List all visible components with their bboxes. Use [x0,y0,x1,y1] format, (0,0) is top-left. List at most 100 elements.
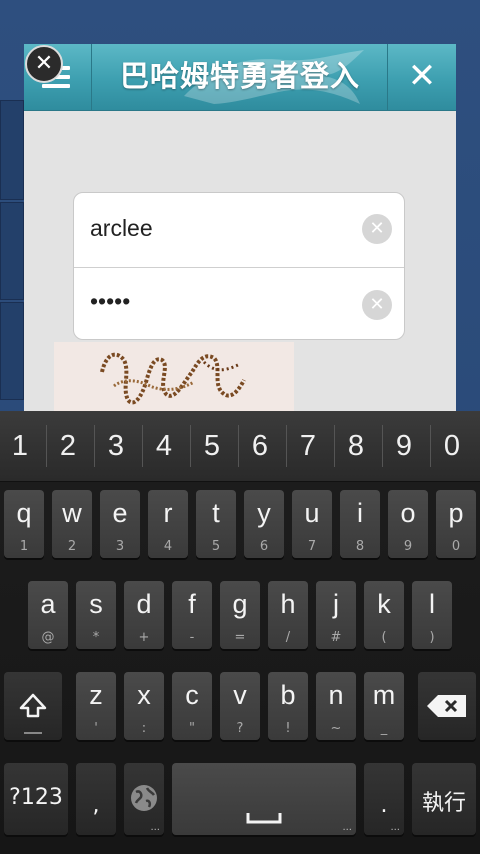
globe-key[interactable]: ... [124,763,164,835]
key-sublabel: * [92,630,100,645]
key-7[interactable]: 7 [284,411,332,481]
key-sublabel: ) [429,630,435,645]
enter-key[interactable]: 執行 [412,763,476,835]
key-p[interactable]: p0 [436,490,476,558]
key-sublabel: 0 [451,539,461,554]
key-t[interactable]: t5 [196,490,236,558]
key-f[interactable]: f- [172,581,212,649]
key-sublabel: 6 [259,539,269,554]
key-label: v [233,680,247,710]
key-label: p [448,498,464,528]
key-k[interactable]: k( [364,581,404,649]
period-key[interactable]: . ... [364,763,404,835]
more-indicator: ... [390,822,400,833]
key-0[interactable]: 0 [428,411,476,481]
number-row: 1 2 3 4 5 6 7 8 9 0 [0,411,480,482]
key-d[interactable]: d + [124,581,164,649]
key-sublabel: = [234,630,246,645]
key-sublabel: 2 [67,539,77,554]
key-label: j [333,589,339,619]
key-m[interactable]: m _ [364,672,404,740]
soft-keyboard: 1 2 3 4 5 6 7 8 9 0 q1 w2 e3 r4 t5 y6 u7… [0,411,480,854]
key-label: y [257,498,271,528]
key-b[interactable]: b! [268,672,308,740]
shift-icon [19,693,47,718]
username-input[interactable]: arclee [90,215,153,242]
key-y[interactable]: y6 [244,490,284,558]
globe-icon [131,785,157,811]
username-field[interactable]: arclee ✕ [74,193,404,266]
key-9[interactable]: 9 [380,411,428,481]
background-tile [0,100,24,200]
key-c[interactable]: c " [172,672,212,740]
symbols-label: ?123 [9,785,63,810]
shift-underline [24,732,42,734]
space-key[interactable]: ... [172,763,356,835]
menu-icon [42,84,70,88]
key-a[interactable]: a @ [28,581,68,649]
key-u[interactable]: u7 [292,490,332,558]
symbols-key[interactable]: ?123 [4,763,68,835]
key-i[interactable]: i8 [340,490,380,558]
key-o[interactable]: o9 [388,490,428,558]
captcha-image [54,342,294,414]
shift-key[interactable] [4,672,62,740]
key-label: u [304,498,320,528]
key-8[interactable]: 8 [332,411,380,481]
key-s[interactable]: s * [76,581,116,649]
key-sublabel: @ [41,630,55,645]
key-label: g [232,589,248,619]
key-h[interactable]: h / [268,581,308,649]
key-5[interactable]: 5 [188,411,236,481]
clear-username-icon[interactable]: ✕ [362,214,392,244]
key-1[interactable]: 1 [0,411,44,481]
key-label: k [377,589,391,619]
clear-password-icon[interactable]: ✕ [362,290,392,320]
key-x[interactable]: x: [124,672,164,740]
key-n[interactable]: n ~ [316,672,356,740]
key-label: s [89,589,103,619]
key-label: e [112,498,128,528]
key-w[interactable]: w2 [52,490,92,558]
dismiss-overlay-button[interactable]: ✕ [25,45,63,83]
close-dialog-button[interactable]: ✕ [387,44,456,110]
key-e[interactable]: e3 [100,490,140,558]
period-label: . [380,793,388,818]
key-z[interactable]: z ' [76,672,116,740]
key-label: x [137,680,151,710]
key-sublabel: " [189,721,195,736]
key-j[interactable]: j # [316,581,356,649]
key-sublabel: ~ [330,721,342,736]
comma-key[interactable]: , [76,763,116,835]
backspace-key[interactable] [418,672,476,740]
key-label: m [372,680,396,710]
key-q[interactable]: q1 [4,490,44,558]
more-indicator: ... [342,822,352,833]
key-6[interactable]: 6 [236,411,284,481]
key-label: l [429,589,435,619]
password-input[interactable]: ••••• [90,288,130,315]
background-tile [0,202,24,300]
comma-label: , [92,793,100,818]
login-form: arclee ✕ ••••• ✕ [73,192,405,340]
password-field[interactable]: ••••• ✕ [74,267,404,341]
key-3[interactable]: 3 [92,411,140,481]
key-label: a [40,589,56,619]
captcha-scribble [100,352,246,405]
key-2[interactable]: 2 [44,411,92,481]
key-v[interactable]: v? [220,672,260,740]
key-sublabel: ( [381,630,387,645]
key-label: w [62,498,82,528]
key-label: i [357,498,363,528]
key-g[interactable]: g = [220,581,260,649]
key-label: d [136,589,152,619]
key-l[interactable]: l) [412,581,452,649]
key-label: n [328,680,344,710]
key-r[interactable]: r4 [148,490,188,558]
key-sublabel: 5 [211,539,221,554]
key-4[interactable]: 4 [140,411,188,481]
key-label: b [280,680,296,710]
login-dialog: 巴哈姆特勇者登入 ✕ arclee ✕ ••••• ✕ [24,44,456,414]
key-label: f [188,589,196,619]
key-sublabel: 4 [163,539,173,554]
